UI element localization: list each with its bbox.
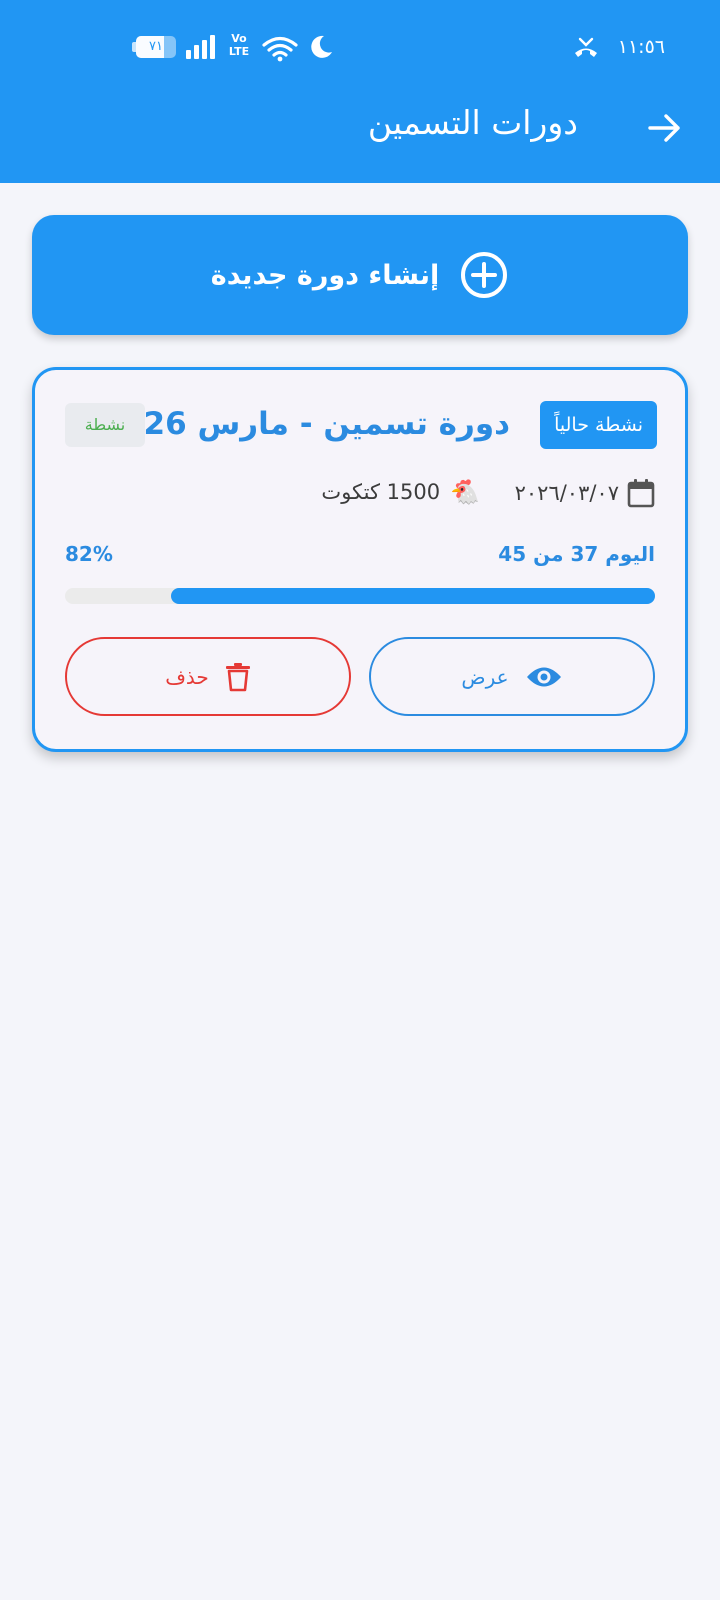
phone-missed-icon xyxy=(575,37,597,57)
battery-icon: ٧١ xyxy=(132,36,176,58)
progress-bar xyxy=(65,588,655,604)
progress-percent: 82% xyxy=(65,542,113,566)
day-progress-text: اليوم 37 من 45 xyxy=(498,542,655,566)
moon-icon xyxy=(311,35,332,58)
status-bar: ٧١ Vo LTE ١١:٥٦ xyxy=(0,30,720,70)
cycle-title: دورة تسمين - مارس 2026 xyxy=(100,406,510,442)
hen-icon: 🐔 xyxy=(450,478,480,506)
create-cycle-label: إنشاء دورة جديدة xyxy=(210,259,440,291)
view-button[interactable]: عرض xyxy=(369,637,655,716)
cycle-start-date: ٢٠٢٦/٠٣/٠٧ xyxy=(515,478,655,508)
lte-indicator: Vo LTE xyxy=(226,32,252,62)
cycle-card[interactable]: نشطة حالياً دورة تسمين - مارس 2026 نشطة … xyxy=(32,367,688,752)
progress-fill xyxy=(171,588,655,604)
lte-label-top: Vo xyxy=(231,32,247,45)
active-badge: نشطة حالياً xyxy=(540,401,657,449)
status-chip: نشطة xyxy=(65,403,145,447)
page-title: دورات التسمين xyxy=(367,103,578,142)
wifi-icon xyxy=(262,36,298,62)
trash-icon xyxy=(225,662,250,691)
back-button[interactable] xyxy=(640,103,690,153)
eye-icon xyxy=(526,667,561,686)
arrow-right-icon xyxy=(648,114,680,142)
battery-level: ٧١ xyxy=(149,39,163,54)
chick-count-text: 1500 كتكوت xyxy=(321,480,441,504)
plus-circle-icon xyxy=(461,252,508,298)
calendar-icon xyxy=(627,479,655,508)
chick-count: 🐔 1500 كتكوت xyxy=(321,478,480,506)
delete-label: حذف xyxy=(165,664,209,689)
app-bar: ٧١ Vo LTE ١١:٥٦ دورات التسمين xyxy=(0,0,720,183)
create-cycle-button[interactable]: إنشاء دورة جديدة xyxy=(32,215,688,335)
signal-icon xyxy=(186,35,215,59)
cycle-date-text: ٢٠٢٦/٠٣/٠٧ xyxy=(514,481,619,505)
delete-button[interactable]: حذف xyxy=(65,637,351,716)
status-time: ١١:٥٦ xyxy=(617,36,665,58)
lte-label-bottom: LTE xyxy=(228,45,250,58)
view-label: عرض xyxy=(461,664,509,689)
